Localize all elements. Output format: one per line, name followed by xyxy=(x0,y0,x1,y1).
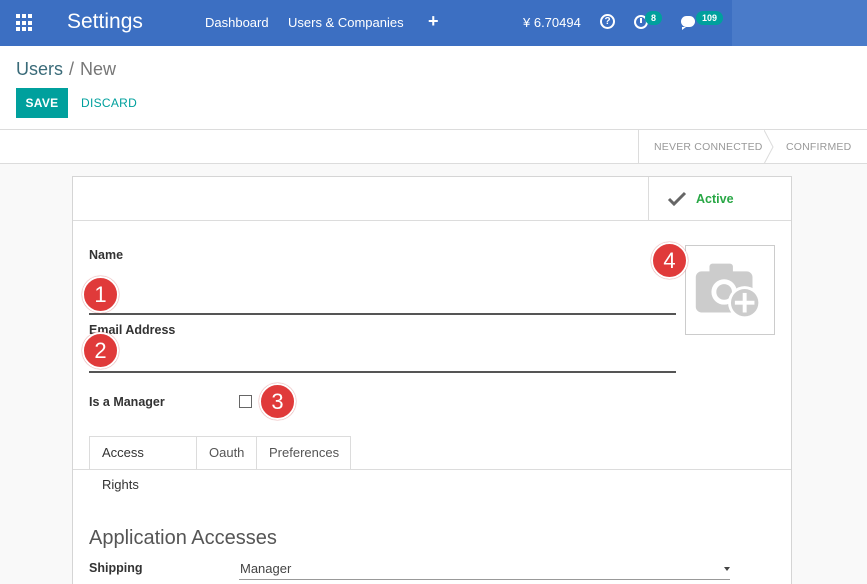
plus-icon[interactable]: + xyxy=(428,12,439,30)
stage-confirmed[interactable]: CONFIRMED xyxy=(786,130,851,164)
annotation-marker-3: 3 xyxy=(259,383,296,420)
discard-button[interactable]: DISCARD xyxy=(81,88,137,118)
activity-count-badge: 8 xyxy=(645,11,663,25)
nav-link-dashboard[interactable]: Dashboard xyxy=(205,15,269,30)
annotation-marker-4: 4 xyxy=(651,242,688,279)
avatar-upload[interactable] xyxy=(685,245,775,335)
breadcrumb-current: New xyxy=(80,59,117,79)
camera-plus-icon xyxy=(695,263,762,320)
shipping-select-underline xyxy=(239,579,730,580)
tab-access-rights[interactable]: Access Rights xyxy=(89,436,197,492)
breadcrumb: Users / New xyxy=(16,59,116,80)
shipping-label: Shipping xyxy=(89,561,143,575)
shipping-select[interactable]: Manager xyxy=(240,561,291,576)
button-box: Active xyxy=(73,177,791,221)
section-title: Application Accesses xyxy=(89,527,277,549)
top-navbar: Settings Dashboard Users & Companies + ¥… xyxy=(0,0,867,46)
annotation-marker-2: 2 xyxy=(82,332,119,369)
active-label: Active xyxy=(696,192,734,206)
apps-menu-icon[interactable] xyxy=(16,14,34,32)
status-bar: NEVER CONNECTED CONFIRMED xyxy=(0,130,867,164)
breadcrumb-users-link[interactable]: Users xyxy=(16,59,63,79)
stage-chevron-icon xyxy=(764,130,774,164)
nav-link-users-companies[interactable]: Users & Companies xyxy=(288,15,404,30)
messages-count-badge: 109 xyxy=(696,11,724,25)
tab-underline xyxy=(73,469,791,470)
check-icon xyxy=(667,191,687,207)
is-manager-label: Is a Manager xyxy=(89,395,165,409)
tab-oauth[interactable]: Oauth xyxy=(196,436,257,469)
chat-icon[interactable] xyxy=(681,16,695,30)
active-toggle-button[interactable]: Active xyxy=(648,177,791,221)
name-input[interactable] xyxy=(89,313,676,315)
navbar-user-area[interactable] xyxy=(732,0,867,46)
save-button[interactable]: SAVE xyxy=(16,88,68,118)
tab-preferences[interactable]: Preferences xyxy=(256,436,351,469)
name-label: Name xyxy=(89,248,124,262)
control-panel: Users / New SAVE DISCARD xyxy=(0,46,867,130)
status-divider xyxy=(638,130,639,164)
breadcrumb-separator: / xyxy=(69,59,75,79)
caret-down-icon[interactable] xyxy=(724,567,730,571)
is-manager-checkbox[interactable] xyxy=(239,395,252,408)
email-input[interactable] xyxy=(89,371,676,373)
form-sheet: Active Name Email Address Is a Manager A… xyxy=(72,176,792,584)
help-icon[interactable]: ? xyxy=(600,14,615,29)
app-title: Settings xyxy=(67,10,143,33)
stage-never-connected[interactable]: NEVER CONNECTED xyxy=(654,130,763,164)
annotation-marker-1: 1 xyxy=(82,276,119,313)
currency-amount[interactable]: ¥ 6.70494 xyxy=(523,15,581,30)
